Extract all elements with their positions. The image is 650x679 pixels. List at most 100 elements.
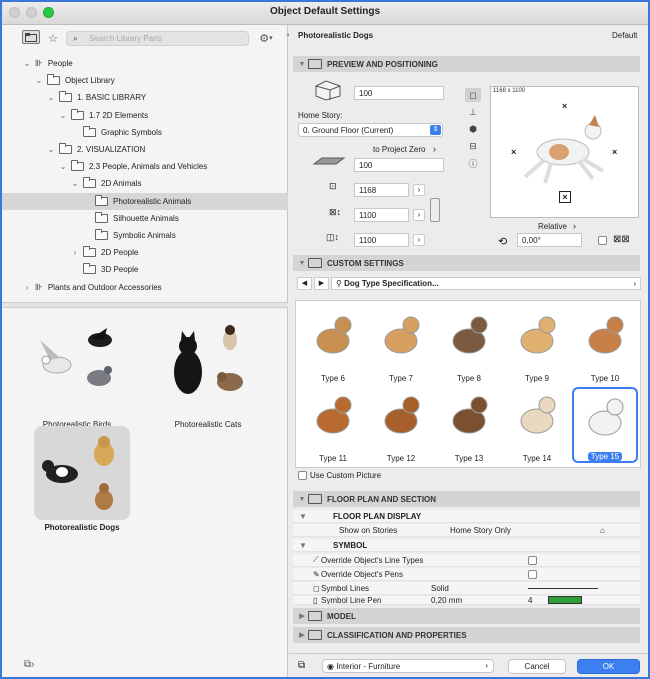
symbol-lines-row[interactable]: ◻ Symbol Lines Solid (293, 582, 640, 595)
library-manager-icon[interactable]: ⧉› (24, 659, 34, 670)
show-on-stories-row[interactable]: Show on Stories Home Story Only ⌂ (293, 524, 640, 537)
relative-label[interactable]: Relative (538, 222, 567, 231)
favorites-star-icon[interactable]: ☆ (44, 30, 62, 46)
dog-type-label: Type 10 (590, 374, 620, 383)
chevron-down-icon[interactable]: ⌄ (34, 76, 44, 85)
chevron-down-icon[interactable]: ⌄ (58, 111, 68, 120)
depth-field[interactable]: 1100 (354, 208, 409, 222)
use-custom-picture-checkbox[interactable] (298, 471, 307, 480)
mirror-icons[interactable]: ⊠⊠ (613, 234, 630, 245)
link-proportions-icon[interactable] (430, 198, 440, 222)
gallery-item-cats[interactable]: Photorealistic Cats (158, 320, 258, 432)
height-icon: ◫↕ (326, 232, 340, 242)
dog-type-option[interactable]: Type 7 (368, 307, 434, 383)
override-line-types-checkbox[interactable] (528, 555, 537, 565)
section-preview-positioning[interactable]: ▼ PREVIEW AND POSITIONING (293, 56, 640, 72)
project-zero-field[interactable]: 100 (354, 158, 444, 172)
dog-type-option[interactable]: Type 13 (436, 387, 502, 463)
dog-type-option[interactable]: Type 8 (436, 307, 502, 383)
spec-chevron-icon: › (633, 279, 636, 288)
dog-type-option[interactable]: Type 15 (572, 387, 638, 463)
tree-item[interactable]: Symbolic Animals (2, 227, 288, 244)
chevron-down-icon[interactable]: ⌄ (22, 59, 32, 68)
pane-splitter[interactable] (2, 302, 288, 308)
mirror-checkbox[interactable] (598, 236, 607, 245)
dog-type-option[interactable]: Type 6 (300, 307, 366, 383)
layer-dropdown[interactable]: ◉ Interior - Furniture › (322, 659, 494, 673)
tree-item[interactable]: ⌄ 1. BASIC LIBRARY (2, 89, 288, 106)
dog-type-label: Type 14 (522, 454, 552, 463)
to-project-zero-chevron-icon[interactable]: › (433, 144, 436, 154)
cancel-button[interactable]: Cancel (508, 659, 566, 674)
settings-gear-icon[interactable]: ⚙ ▾ (253, 30, 279, 46)
dog-type-label: Type 12 (386, 454, 416, 463)
chevron-right-icon[interactable]: › (22, 283, 32, 292)
chevron-down-icon[interactable]: ⌄ (46, 93, 56, 102)
tree-item[interactable]: ⌄ 2.3 People, Animals and Vehicles (2, 158, 288, 175)
line-type-sample (528, 587, 598, 589)
folder-view-icon[interactable] (22, 30, 40, 44)
previous-page-button[interactable]: ◀ (297, 277, 312, 290)
gallery-item-birds[interactable]: Photorealistic Birds (32, 320, 122, 432)
chevron-down-icon[interactable]: ⌄ (70, 179, 80, 188)
height-arrow-button[interactable]: › (413, 234, 425, 246)
dog-type-thumbnail (384, 316, 420, 354)
folder-icon (71, 160, 84, 172)
home-story-dropdown[interactable]: 0. Ground Floor (Current) ⇕ (298, 123, 443, 137)
dog-type-option[interactable]: Type 9 (504, 307, 570, 383)
override-pens-row[interactable]: ✎ Override Object's Pens (293, 568, 640, 581)
section-custom-settings[interactable]: ▼ CUSTOM SETTINGS (293, 255, 640, 271)
gallery-label-cats: Photorealistic Cats (174, 420, 242, 429)
window-title: Object Default Settings (269, 6, 380, 17)
tree-item[interactable]: › ⊪ Plants and Outdoor Accessories (2, 279, 288, 296)
tree-item[interactable]: Silhouette Animals (2, 210, 288, 227)
chevron-down-icon[interactable]: ⌄ (46, 145, 56, 154)
custom-settings-nav: ◀ ▶ ⚲ Dog Type Specification... › (297, 276, 641, 291)
object-preview[interactable]: 1168 x 1100 × × × × (490, 86, 639, 218)
tree-item[interactable]: ⌄ 2D Animals (2, 175, 288, 192)
info-icon[interactable]: ⓘ (465, 156, 481, 170)
elevation-field[interactable]: 100 (354, 86, 444, 100)
gallery-item-dogs[interactable] (34, 426, 130, 520)
tree-item[interactable]: 3D People (2, 261, 288, 278)
symbol-line-pen-row[interactable]: ▯ Symbol Line Pen 0,20 mm 4 (293, 596, 640, 605)
override-pens-checkbox[interactable] (528, 569, 537, 579)
relative-chevron-icon[interactable]: › (573, 221, 576, 231)
section-floor-plan[interactable]: ▼ FLOOR PLAN AND SECTION (293, 491, 640, 507)
angle-field[interactable]: 0,00° (517, 233, 582, 247)
dog-type-option[interactable]: Type 10 (572, 307, 638, 383)
width-arrow-button[interactable]: › (413, 184, 425, 196)
section-model[interactable]: ▶ MODEL (293, 608, 640, 624)
tree-item[interactable]: ⌄ ⊪ People (2, 55, 288, 72)
library-search-input[interactable]: ⌕ Search Library Parts (66, 31, 249, 46)
custom-settings-icon (308, 258, 322, 268)
tree-item[interactable]: Graphic Symbols (2, 124, 288, 141)
dog-type-thumbnail (316, 396, 352, 434)
ok-button[interactable]: OK (577, 659, 640, 674)
tree-item[interactable]: ⌄ 1.7 2D Elements (2, 107, 288, 124)
dog-type-option[interactable]: Type 11 (300, 387, 366, 463)
to-project-zero-label[interactable]: to Project Zero (373, 145, 425, 154)
chevron-right-icon[interactable]: › (70, 248, 80, 257)
tree-item[interactable]: ⌄ Object Library (2, 72, 288, 89)
height-field[interactable]: 1100 (354, 233, 409, 247)
width-field[interactable]: 1168 (354, 183, 409, 197)
fp-display-group[interactable]: ▼ FLOOR PLAN DISPLAY (293, 510, 640, 523)
override-line-types-row[interactable]: ⟋ Override Object's Line Types (293, 554, 640, 567)
plan-view-icon[interactable]: ◻ (465, 88, 481, 102)
depth-arrow-button[interactable]: › (413, 209, 425, 221)
section-view-icon[interactable]: ⊥ (465, 105, 481, 119)
chevron-down-icon[interactable]: ⌄ (58, 162, 68, 171)
dog-type-spec-selector[interactable]: ⚲ Dog Type Specification... › (331, 277, 641, 290)
tree-item[interactable]: ⌄ 2. VISUALIZATION (2, 141, 288, 158)
tree-item[interactable]: › 2D People (2, 244, 288, 261)
elevation-view-icon[interactable]: ⊟ (465, 139, 481, 153)
3d-view-icon[interactable]: ⬢ (465, 122, 481, 136)
dog-type-option[interactable]: Type 14 (504, 387, 570, 463)
dog-type-gallery: Type 6 Type 7 Type 8 Type 9 Type 10 Type 11 Ty… (295, 300, 641, 468)
section-classification[interactable]: ▶ CLASSIFICATION AND PROPERTIES (293, 627, 640, 643)
dog-type-option[interactable]: Type 12 (368, 387, 434, 463)
tree-item[interactable]: Photorealistic Animals (2, 192, 288, 210)
next-page-button[interactable]: ▶ (314, 277, 329, 290)
symbol-group[interactable]: ▼ SYMBOL (293, 539, 640, 552)
